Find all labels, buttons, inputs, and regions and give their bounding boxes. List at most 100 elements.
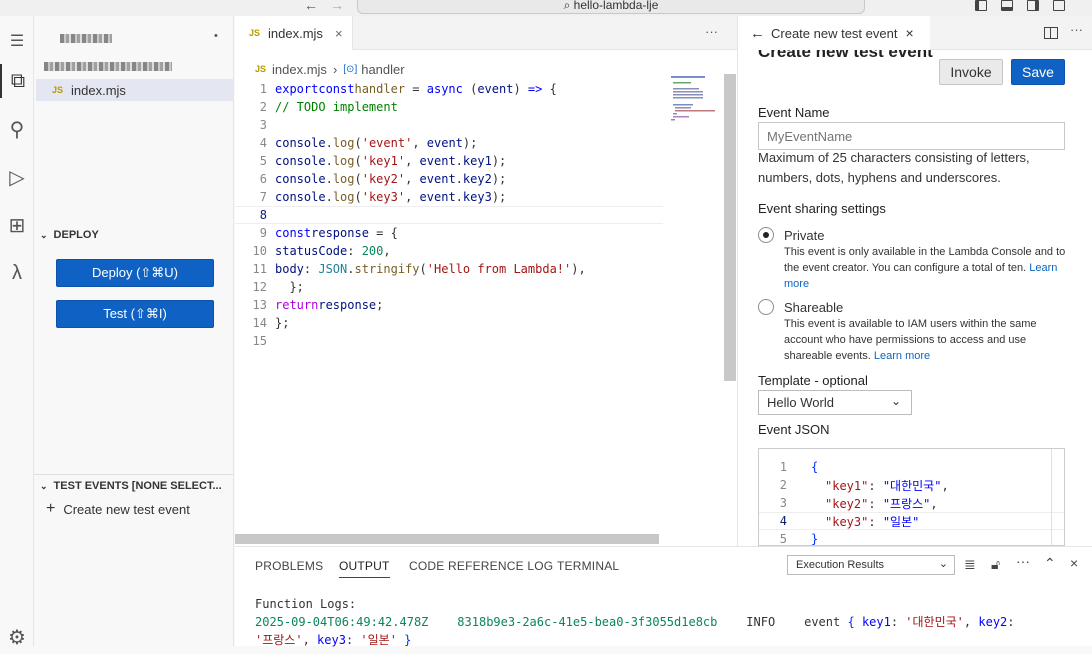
breadcrumb-file[interactable]: index.mjs [272, 62, 327, 77]
deploy-button[interactable]: Deploy (⇧⌘U) [56, 259, 214, 287]
tab-label: Create new test event [771, 25, 898, 41]
event-json-editor[interactable]: 1{ 2 "key1": "대한민국", 3 "key2": "프랑스", 4 "ke… [758, 448, 1065, 546]
toggle-panel-icon[interactable] [1001, 0, 1013, 11]
maximize-panel-icon[interactable]: ⌃ [1044, 555, 1056, 572]
command-center-search[interactable]: ⌕ hello-lambda-lje [357, 0, 865, 14]
panel-title: Create new test event [758, 50, 933, 61]
shareable-radio[interactable] [758, 299, 774, 315]
template-label: Template - optional [758, 373, 868, 388]
more-actions-icon[interactable]: ··· [1016, 553, 1030, 569]
lock-scroll-icon[interactable]: 🔓︎ [991, 556, 1000, 573]
tab-code-reference-log[interactable]: CODE REFERENCE LOG [409, 559, 553, 573]
json-scrollbar[interactable] [1051, 449, 1052, 545]
event-json-label: Event JSON [758, 422, 830, 437]
private-description: This event is only available in the Lamb… [784, 246, 1066, 290]
code-line: 1 export const handler = async (event) =>… [259, 82, 557, 96]
minimap[interactable] [669, 74, 724, 134]
test-events-section-header[interactable]: ⌄ TEST EVENTS [NONE SELECT... [40, 480, 222, 492]
deploy-section-title: DEPLOY [53, 229, 99, 241]
code-editor: JS index.mjs × ··· JS index.mjs › [⊙] ha… [235, 16, 737, 546]
tab-create-test-event[interactable]: ← Create new test event × [738, 16, 930, 50]
back-arrow-icon[interactable]: ← [304, 0, 318, 13]
menu-icon[interactable]: ☰ [0, 24, 34, 58]
output-log: Function Logs: 2025-09-04T06:49:42.478Z … [255, 595, 1075, 649]
tab-output[interactable]: OUTPUT [339, 559, 390, 578]
more-actions-icon[interactable]: ··· [705, 24, 718, 39]
breadcrumb-separator: › [332, 61, 338, 77]
code-line: 5 console. log('key1', event. key1); [259, 154, 507, 168]
output-channel-value: Execution Results [796, 559, 885, 571]
vertical-scrollbar[interactable] [724, 74, 736, 381]
explorer-icon[interactable]: ⧉ [0, 64, 34, 98]
log-message-prefix: event [804, 615, 841, 629]
lambda-icon[interactable]: λ [0, 256, 34, 290]
code-line: 4 console. log('event', event); [259, 136, 478, 150]
code-line: 14}; [252, 316, 290, 330]
js-file-icon: JS [249, 28, 261, 38]
file-name: index.mjs [71, 82, 126, 98]
activity-bar: ☰ ⧉ ⚲ ▷ ⊞ λ ⚙ [0, 16, 34, 649]
horizontal-scrollbar[interactable] [235, 534, 659, 544]
json-line: 5} [779, 532, 819, 546]
save-button[interactable]: Save [1011, 59, 1065, 85]
deploy-section-header[interactable]: ⌄ DEPLOY [40, 229, 99, 241]
test-event-panel: ← Create new test event × ··· Create new… [737, 16, 1092, 546]
toggle-secondary-sidebar-icon[interactable] [1027, 0, 1039, 11]
code-line: 15 [252, 334, 267, 348]
private-radio[interactable] [758, 227, 774, 243]
more-icon[interactable]: • [214, 30, 218, 42]
json-line: 2 "key1": "대한민국", [779, 478, 949, 493]
code-line: 10 statusCode: 200, [252, 244, 391, 258]
customize-layout-icon[interactable] [1053, 0, 1065, 11]
clear-output-icon[interactable]: ≣ [964, 556, 976, 573]
search-icon[interactable]: ⚲ [0, 112, 34, 146]
breadcrumb: JS index.mjs › [⊙] handler [235, 60, 405, 78]
log-header: Function Logs: [255, 597, 357, 611]
learn-more-link[interactable]: Learn more [874, 350, 930, 362]
event-name-field[interactable] [758, 122, 1065, 150]
code-line: 12 }; [252, 280, 304, 294]
tab-terminal[interactable]: TERMINAL [557, 559, 619, 573]
event-name-hint: Maximum of 25 characters consisting of l… [758, 150, 1030, 185]
close-icon[interactable]: × [905, 25, 913, 41]
more-actions-icon[interactable]: ··· [1070, 22, 1083, 37]
tab-problems[interactable]: PROBLEMS [255, 559, 323, 573]
chevron-down-icon: ⌄ [40, 229, 48, 240]
forward-arrow-icon[interactable]: → [330, 0, 344, 13]
code-lines[interactable]: 1 export const handler = async (event) =>… [235, 80, 663, 350]
close-icon[interactable]: × [335, 26, 343, 41]
test-events-section-title: TEST EVENTS [NONE SELECT... [53, 480, 222, 492]
event-name-label: Event Name [758, 105, 830, 120]
invoke-button[interactable]: Invoke [939, 59, 1003, 85]
tab-index-mjs[interactable]: JS index.mjs × [235, 16, 353, 50]
extensions-icon[interactable]: ⊞ [0, 208, 34, 242]
code-line-current: 8 [235, 206, 663, 224]
panel-tab-bar: ← Create new test event × ··· [738, 16, 1092, 50]
toggle-primary-sidebar-icon[interactable] [975, 0, 987, 11]
settings-gear-icon[interactable]: ⚙ [0, 620, 34, 654]
split-editor-icon[interactable] [1044, 27, 1058, 39]
template-select[interactable]: Hello World ⌄ [758, 390, 912, 415]
blurred-title [60, 34, 112, 43]
run-debug-icon[interactable]: ▷ [0, 160, 34, 194]
private-label: Private [784, 228, 825, 243]
output-channel-select[interactable]: Execution Results ⌄ [787, 555, 955, 575]
log-level: INFO [746, 615, 776, 629]
code-line: 9 const response = { [259, 226, 398, 240]
bottom-panel: PROBLEMS OUTPUT CODE REFERENCE LOG TERMI… [235, 546, 1092, 649]
close-panel-icon[interactable]: × [1070, 555, 1078, 571]
test-button[interactable]: Test (⇧⌘I) [56, 300, 214, 328]
tab-label: index.mjs [268, 25, 323, 41]
code-line: 6 console. log('key2', event. key2); [259, 172, 507, 186]
breadcrumb-symbol[interactable]: handler [361, 62, 404, 77]
shareable-label: Shareable [784, 300, 844, 315]
json-line: 3 "key2": "프랑스", [779, 496, 938, 511]
editor-tab-bar: JS index.mjs × ··· [235, 16, 737, 50]
create-test-event-item[interactable]: + Create new test event [46, 500, 190, 518]
code-line: 2 // TODO implement [259, 100, 398, 114]
blurred-folder [44, 62, 172, 71]
back-arrow-icon: ← [750, 24, 765, 42]
file-item-index[interactable]: JS index.mjs [36, 79, 234, 101]
chevron-down-icon: ⌄ [938, 558, 948, 570]
js-file-icon: JS [52, 85, 64, 95]
